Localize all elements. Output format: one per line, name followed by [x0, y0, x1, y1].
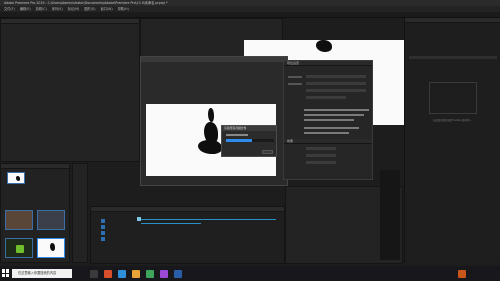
library-hint: 在此处查找已使用 Adobe 版本的 ... — [432, 119, 474, 122]
clip-thumbnail[interactable] — [37, 210, 65, 230]
render-progress-dialog: 渲染所需音频文件 — [221, 125, 277, 157]
taskbar-search-input[interactable]: 在这里输入你要搜索的内容 — [12, 269, 72, 278]
summary-line — [304, 114, 364, 116]
track-toggle[interactable] — [101, 237, 105, 241]
source-monitor-panel — [0, 18, 140, 162]
windows-start-icon[interactable] — [2, 269, 10, 278]
render-status-text — [226, 134, 248, 136]
export-media-titlebar — [141, 57, 287, 62]
project-panel — [0, 163, 70, 263]
track-toggle[interactable] — [101, 225, 105, 229]
render-progress-fill — [226, 139, 253, 142]
summary-line — [304, 119, 354, 121]
ink-blob — [198, 140, 222, 154]
libraries-header — [405, 18, 500, 23]
app-icon[interactable] — [146, 270, 154, 278]
taskbar: 在这里输入你要搜索的内容 — [0, 266, 500, 281]
folder-icon[interactable] — [132, 270, 140, 278]
export-settings-header: 导出设置 — [284, 61, 372, 66]
timeline-panel — [90, 206, 285, 264]
task-view-icon[interactable] — [90, 270, 98, 278]
clip-thumbnail[interactable] — [7, 172, 25, 184]
clip-thumbnail[interactable] — [5, 210, 33, 230]
timeline-header — [91, 207, 284, 212]
comments-field[interactable] — [306, 89, 366, 92]
effect-option[interactable] — [306, 161, 336, 164]
cancel-button[interactable] — [262, 150, 273, 154]
effect-option[interactable] — [306, 154, 336, 157]
clip-thumbnail[interactable] — [5, 238, 33, 258]
summary-line — [304, 132, 349, 134]
format-label — [288, 76, 302, 78]
summary-line — [304, 127, 359, 129]
preset-label — [288, 83, 302, 85]
track-toggle[interactable] — [101, 231, 105, 235]
premiere-icon[interactable] — [160, 270, 168, 278]
tools-panel — [72, 163, 88, 263]
export-settings-panel: 导出设置 效果 — [283, 60, 373, 180]
output-name-field[interactable] — [306, 96, 346, 99]
app-icon[interactable] — [174, 270, 182, 278]
library-search[interactable] — [409, 56, 497, 59]
tray-icon[interactable] — [458, 270, 466, 278]
timeline-clip-line — [141, 219, 276, 220]
timeline-clip-line — [141, 223, 201, 224]
libraries-panel: 在此处查找已使用 Adobe 版本的 ... — [404, 18, 500, 263]
library-placeholder — [429, 82, 477, 114]
render-dialog-title: 渲染所需音频文件 — [222, 126, 276, 131]
clip-thumbnail-selected[interactable] — [37, 238, 65, 258]
format-select[interactable] — [306, 75, 366, 78]
app-icon[interactable] — [104, 270, 112, 278]
source-monitor-header — [1, 19, 139, 24]
summary-line — [304, 109, 369, 111]
audio-meter — [380, 170, 400, 260]
effects-tab[interactable]: 效果 — [284, 139, 372, 144]
ink-blob — [208, 108, 214, 122]
effect-option[interactable] — [306, 147, 336, 150]
track-toggle[interactable] — [101, 219, 105, 223]
app-icon[interactable] — [118, 270, 126, 278]
preset-select[interactable] — [306, 82, 366, 85]
project-panel-header — [1, 164, 69, 169]
render-progress-bar — [226, 139, 274, 142]
